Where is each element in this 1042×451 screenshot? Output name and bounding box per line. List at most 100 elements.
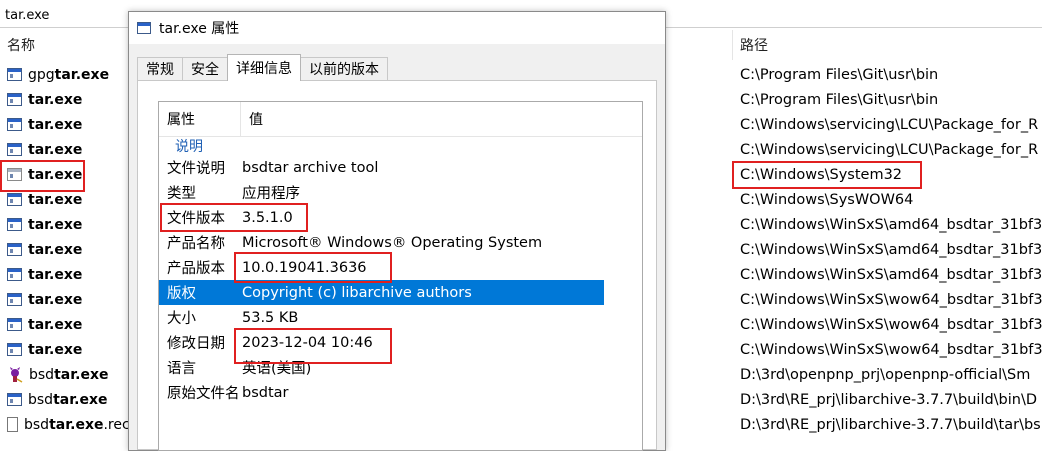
file-name-match: tar.exe (54, 66, 110, 83)
property-row[interactable]: 修改日期 2023-12-04 10:46 (159, 330, 642, 355)
exe-icon (7, 218, 22, 231)
property-key: 大小 (167, 311, 196, 327)
exe-icon (7, 193, 22, 206)
property-key: 产品名称 (167, 236, 225, 252)
exe-icon (7, 243, 22, 256)
property-key: 语言 (167, 361, 196, 377)
property-key: 版权 (167, 286, 196, 302)
file-name-prefix: bsd (28, 391, 54, 408)
column-header-property[interactable]: 属性 (159, 102, 241, 136)
properties-list[interactable]: 属性 值 说明 文件说明 bsdtar archive tool 类型 应用程序… (158, 101, 643, 451)
exe-icon (7, 268, 22, 281)
tab-security[interactable]: 安全 (182, 57, 228, 80)
column-header-name[interactable]: 名称 (7, 35, 35, 55)
exe-icon (7, 343, 22, 356)
path-cell[interactable]: C:\Program Files\Git\usr\bin (740, 62, 1042, 87)
file-name-match: tar.exe (28, 141, 83, 158)
path-cell[interactable]: C:\Windows\SysWOW64 (740, 187, 1042, 212)
file-name-match: tar.exe (28, 266, 83, 283)
document-icon (7, 417, 18, 432)
list-item[interactable]: gpg tar.exe (0, 62, 130, 87)
file-name-match: tar.exe (28, 91, 83, 108)
list-item[interactable]: bsd tar.exe (0, 362, 130, 387)
path-cell[interactable]: C:\Windows\servicing\LCU\Package_for_R (740, 137, 1042, 162)
column-header-value[interactable]: 值 (241, 109, 263, 129)
property-key: 类型 (167, 186, 196, 202)
file-name-prefix: gpg (28, 66, 55, 83)
list-item[interactable]: bsd tar.exe (0, 387, 130, 412)
highlight-box (0, 160, 85, 192)
highlight-box (160, 203, 308, 232)
property-value: Copyright (c) libarchive authors (242, 284, 472, 301)
tab-previous-versions[interactable]: 以前的版本 (300, 57, 388, 80)
details-panel: 属性 值 说明 文件说明 bsdtar archive tool 类型 应用程序… (137, 80, 657, 451)
path-cell[interactable]: D:\3rd\RE_prj\libarchive-3.7.7\build\tar… (740, 412, 1042, 437)
path-cell[interactable]: D:\3rd\openpnp_prj\openpnp-official\Sm (740, 362, 1042, 387)
properties-header: 属性 值 (159, 102, 642, 137)
list-item[interactable]: tar.exe (0, 112, 130, 137)
path-cell[interactable]: D:\3rd\RE_prj\libarchive-3.7.7\build\bin… (740, 387, 1042, 412)
property-value: Microsoft® Windows® Operating System (242, 234, 543, 251)
property-row[interactable]: 大小 53.5 KB (159, 305, 642, 330)
list-item[interactable]: tar.exe (0, 312, 130, 337)
file-name-match: tar.exe (28, 291, 83, 308)
path-cell[interactable]: C:\Windows\WinSxS\amd64_bsdtar_31bf3 (740, 237, 1042, 262)
property-row[interactable]: 产品版本 10.0.19041.3636 (159, 255, 642, 280)
file-name-match: tar.exe (28, 216, 83, 233)
file-name-match: tar.exe (28, 116, 83, 133)
file-name-prefix: bsd (24, 416, 50, 433)
list-item[interactable]: tar.exe (0, 237, 130, 262)
highlight-box (732, 161, 922, 189)
group-label: 说明 (175, 139, 203, 155)
exe-icon (7, 118, 22, 131)
property-row[interactable]: 类型 应用程序 (159, 180, 642, 205)
path-cell[interactable]: C:\Windows\WinSxS\amd64_bsdtar_31bf3 (740, 262, 1042, 287)
file-name-match: tar.exe (54, 366, 109, 383)
path-cell[interactable]: C:\Windows\WinSxS\wow64_bsdtar_31bf3 (740, 287, 1042, 312)
file-list: gpg tar.exe tar.exe tar.exe tar.exe tar.e… (0, 62, 130, 437)
column-divider[interactable] (732, 30, 733, 60)
exe-icon (7, 68, 22, 81)
file-name-match: tar.exe (28, 191, 83, 208)
list-item[interactable]: tar.exe (0, 262, 130, 287)
exe-icon (137, 22, 151, 34)
property-value: 53.5 KB (242, 309, 299, 326)
property-row[interactable]: 产品名称 Microsoft® Windows® Operating Syste… (159, 230, 642, 255)
file-name-match: tar.exe (28, 341, 83, 358)
list-item[interactable]: tar.exe (0, 337, 130, 362)
property-value: bsdtar (242, 384, 289, 401)
file-name-suffix: .rec (103, 416, 130, 433)
file-name-match: tar.exe (28, 241, 83, 258)
tab-general[interactable]: 常规 (137, 57, 183, 80)
path-cell[interactable]: C:\Windows\servicing\LCU\Package_for_R (740, 112, 1042, 137)
properties-dialog: tar.exe 属性 常规 安全 详细信息 以前的版本 属性 值 说明 文件说明… (128, 11, 666, 451)
property-key: 产品版本 (167, 261, 225, 277)
path-cell[interactable]: C:\Windows\WinSxS\wow64_bsdtar_31bf3 (740, 312, 1042, 337)
list-item[interactable]: tar.exe (0, 287, 130, 312)
list-item[interactable]: bsd tar.exe .rec (0, 412, 130, 437)
path-list: C:\Program Files\Git\usr\bin C:\Program … (740, 62, 1042, 437)
property-value: bsdtar archive tool (242, 159, 379, 176)
bsd-daemon-icon (7, 366, 23, 383)
list-item[interactable]: tar.exe (0, 212, 130, 237)
path-cell[interactable]: C:\Windows\WinSxS\amd64_bsdtar_31bf3 (740, 212, 1042, 237)
property-row[interactable]: 文件说明 bsdtar archive tool (159, 155, 642, 180)
tab-details[interactable]: 详细信息 (227, 54, 301, 81)
property-row[interactable]: 语言 英语(美国) (159, 355, 642, 380)
list-item[interactable]: tar.exe (0, 87, 130, 112)
property-row-selected[interactable]: 版权 Copyright (c) libarchive authors (159, 280, 604, 305)
dialog-title: tar.exe 属性 (159, 21, 240, 37)
highlight-box (234, 328, 392, 364)
exe-icon (7, 318, 22, 331)
column-header-path[interactable]: 路径 (740, 35, 768, 55)
list-item[interactable]: tar.exe (0, 137, 130, 162)
tab-strip: 常规 安全 详细信息 以前的版本 (137, 54, 388, 81)
property-row[interactable]: 原始文件名 bsdtar (159, 380, 642, 405)
path-cell[interactable]: C:\Windows\WinSxS\wow64_bsdtar_31bf3 (740, 337, 1042, 362)
exe-icon (7, 393, 22, 406)
path-cell[interactable]: C:\Program Files\Git\usr\bin (740, 87, 1042, 112)
dialog-titlebar[interactable]: tar.exe 属性 (129, 12, 665, 44)
file-name-match: tar.exe (53, 391, 108, 408)
highlight-box (234, 252, 392, 283)
property-key: 修改日期 (167, 336, 225, 352)
